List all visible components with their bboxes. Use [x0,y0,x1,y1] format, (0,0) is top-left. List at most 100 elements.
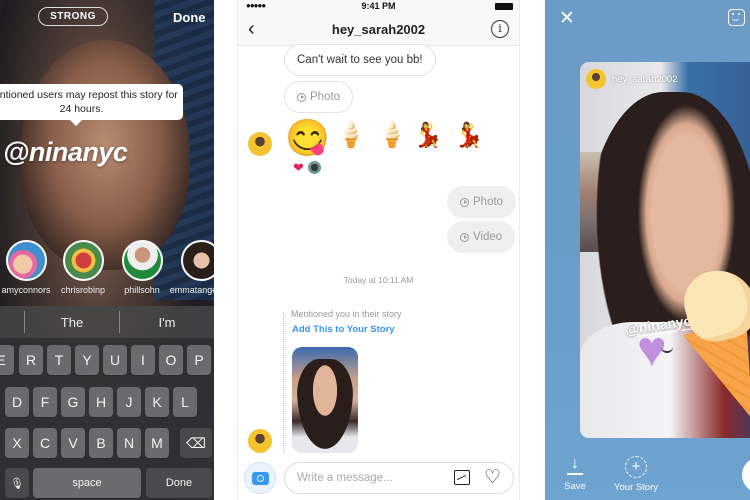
direct-message-panel: ●●●●● 9:41 PM ‹ hey_sarah2002 i Can't wa… [237,0,520,500]
story-reshare-panel: ✕ hey_sarah2002 @ninanyc ♥ ↓ Save + Your… [545,0,750,500]
key[interactable]: G [61,387,85,417]
video-label: Video [473,231,503,243]
key[interactable]: M [145,428,169,458]
story-thumbnail[interactable] [292,347,358,453]
key[interactable]: T [47,345,71,375]
heart-icon[interactable]: ♡ [484,466,501,489]
mention-tooltip: Mentioned users may repost this story fo… [0,84,183,126]
play-icon [460,232,469,242]
mention-suggestion[interactable]: phillsohn [120,240,164,295]
app-screenshot: STRONG Done Mentioned users may repost t… [0,0,750,500]
thread-divider [283,312,284,452]
key[interactable]: B [89,428,113,458]
avatar [62,240,104,281]
prediction-item[interactable] [0,306,24,338]
your-story-button[interactable]: + Your Story [613,456,659,493]
chat-title: hey_sarah2002 [331,22,426,37]
avatar [586,69,606,89]
sent-video-message[interactable]: Video [447,221,516,253]
key[interactable]: V [61,428,85,458]
space-key[interactable]: space [33,468,141,498]
key[interactable]: J [117,387,141,417]
story-editor-panel: STRONG Done Mentioned users may repost t… [0,0,214,500]
sent-photo-message[interactable]: Photo [447,186,517,218]
predictive-text-bar: The I'm [0,306,214,338]
key[interactable]: H [89,387,113,417]
save-label: Save [564,480,586,492]
prediction-item[interactable]: The [25,306,119,338]
key[interactable]: C [33,428,57,458]
backspace-key[interactable]: ⌫ [180,428,212,458]
avatar [180,240,214,281]
message-input[interactable]: Write a message... [284,462,514,494]
photo-label: Photo [310,91,341,103]
chat-header: ‹ hey_sarah2002 i [238,14,519,46]
status-time: 9:41 PM [361,1,396,11]
key[interactable]: Y [75,345,99,375]
message-timestamp: Today at 10:11 AM [343,275,414,285]
mention-suggestion[interactable]: emmatangerine [170,240,214,295]
photo-message[interactable]: Photo [284,81,354,113]
backspace-icon: ⌫ [186,434,206,451]
save-button[interactable]: ↓ Save [563,456,587,492]
emoji-ice-cream: 🍦 [336,122,366,149]
prediction-item[interactable]: I'm [120,306,214,338]
mention-note: Mentioned you in their story [291,309,402,319]
key[interactable]: N [117,428,141,458]
sender-avatar [248,429,272,453]
key[interactable]: F [33,387,57,417]
keyboard-done-key[interactable]: Done [146,468,212,498]
photo-label: Photo [473,196,504,208]
emoji-ice-cream: 🍦 [377,122,407,149]
info-icon[interactable]: i [491,20,509,38]
reaction-heart-icon: ❤ [293,160,304,175]
close-icon[interactable]: ✕ [559,7,575,30]
suggestion-username: emmatangerine [169,285,214,295]
key[interactable]: O [159,345,183,375]
gallery-icon[interactable] [454,470,470,485]
key[interactable]: U [103,345,127,375]
send-button[interactable] [742,457,750,493]
story-thumbnail-photo [297,359,353,449]
key[interactable]: I [131,345,155,375]
download-icon-base [567,473,583,475]
keyboard: E R T Y U I O P D F G H J K L X C V B N … [0,338,214,500]
message-bubble: Can't wait to see you bb! [284,44,436,76]
key[interactable]: K [145,387,169,417]
mention-suggestion[interactable]: amyconnors [1,240,51,295]
key[interactable]: L [173,387,197,417]
mention-suggestion[interactable]: chrisrobinp [61,240,105,295]
emoji-yum: 😋 [285,117,330,158]
ice-cream-sticker[interactable] [677,262,750,420]
key[interactable]: P [187,345,211,375]
emoji-dancer: 💃 [413,122,443,149]
sender-avatar [248,132,272,156]
your-story-label: Your Story [613,482,658,493]
battery-icon [495,3,513,10]
text-style-button[interactable]: STRONG [38,7,108,26]
message-composer: Write a message... ♡ [244,462,514,496]
mention-text-input[interactable]: @ninanyc [3,137,128,168]
camera-button[interactable] [244,462,276,494]
status-bar: ●●●●● 9:41 PM [238,0,519,14]
heart-sticker[interactable]: ♥ [637,324,685,374]
story-author-username: hey_sarah2002 [612,73,678,85]
reaction-avatar [308,161,321,174]
done-button[interactable]: Done [173,10,206,25]
download-icon: ↓ [571,455,579,472]
camera-icon [251,471,269,485]
play-icon [297,92,306,102]
key[interactable]: E [0,345,14,375]
key[interactable]: X [5,428,29,458]
key[interactable]: R [19,345,43,375]
smile-face [661,346,673,353]
key[interactable]: D [5,387,29,417]
story-author: hey_sarah2002 [586,69,678,89]
add-to-story-link[interactable]: Add This to Your Story [292,324,395,335]
dictation-key[interactable]: 🎙 [5,468,29,498]
emoji-dancer: 💃 [454,122,484,149]
avatar [121,240,163,281]
sticker-icon[interactable] [728,9,745,26]
microphone-icon: 🎙 [10,477,24,490]
avatar [5,240,47,281]
